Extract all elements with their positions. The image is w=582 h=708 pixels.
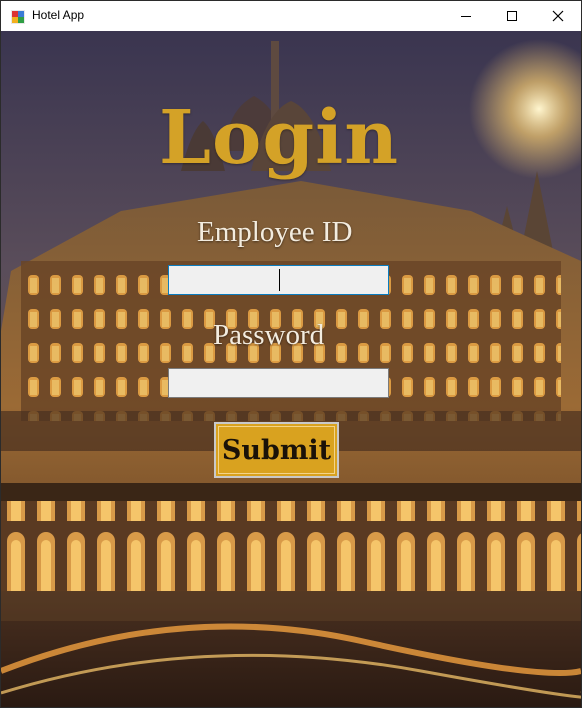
login-heading: Login [158,95,400,181]
close-button[interactable] [535,1,581,31]
employee-id-label: Employee ID [197,216,353,248]
maximize-button[interactable] [489,1,535,31]
password-label: Password [213,319,325,351]
submit-label: Submit [221,434,332,466]
login-form-area: Login Employee ID Password Submit [1,31,581,707]
minimize-button[interactable] [443,1,489,31]
title-bar[interactable]: Hotel App [1,1,581,31]
password-input[interactable] [168,368,389,398]
maximize-icon [507,11,517,21]
close-icon [552,10,564,22]
app-icon [11,9,25,24]
text-caret [279,269,280,291]
minimize-icon [461,16,471,17]
submit-button[interactable]: Submit [214,422,339,478]
app-window: Hotel App Login Employee ID Password Sub… [0,0,582,708]
window-title: Hotel App [32,8,85,22]
